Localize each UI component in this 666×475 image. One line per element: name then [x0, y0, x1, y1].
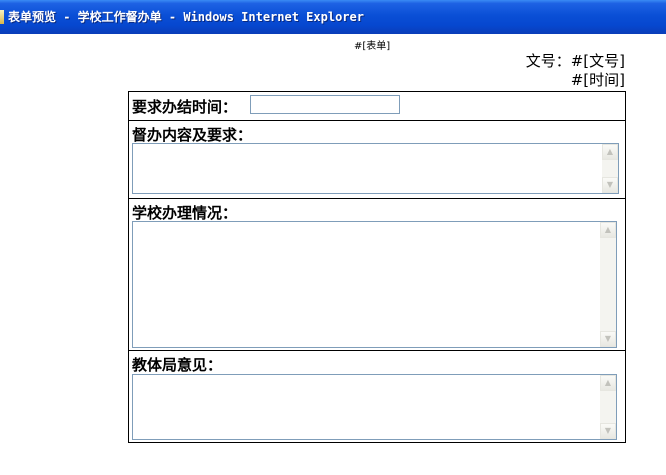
content-scrollbar[interactable]: ▲ ▼: [602, 144, 618, 193]
opinion-label: 教体局意见：: [132, 356, 223, 374]
scroll-up-arrow-icon[interactable]: ▲: [600, 375, 616, 391]
window-titlebar[interactable]: 表单预览 - 学校工作督办单 - Windows Internet Explor…: [0, 0, 666, 34]
handling-label: 学校办理情况：: [132, 204, 238, 222]
scroll-down-arrow-icon[interactable]: ▼: [600, 423, 616, 439]
handling-textarea[interactable]: ▲ ▼: [132, 221, 617, 348]
scroll-up-arrow-icon[interactable]: ▲: [600, 222, 616, 238]
window-title: 表单预览 - 学校工作督办单 - Windows Internet Explor…: [8, 10, 364, 24]
scroll-down-arrow-icon[interactable]: ▼: [602, 177, 618, 193]
document-time: #[时间]: [570, 71, 625, 89]
row-deadline: 要求办结时间：: [129, 92, 625, 121]
row-handling: 学校办理情况： ▲ ▼: [129, 199, 625, 351]
scroll-down-arrow-icon[interactable]: ▼: [600, 331, 616, 347]
content-label: 督办内容及要求：: [132, 126, 253, 144]
deadline-label: 要求办结时间：: [132, 98, 238, 116]
handling-scrollbar[interactable]: ▲ ▼: [600, 222, 616, 347]
opinion-textarea[interactable]: ▲ ▼: [132, 374, 617, 440]
form-tag-placeholder: #[表单]: [354, 41, 391, 52]
row-opinion: 教体局意见： ▲ ▼: [129, 351, 625, 442]
ie-app-icon: [0, 10, 4, 24]
row-content: 督办内容及要求： ▲ ▼: [129, 121, 625, 199]
document-number: 文号：#[文号]: [525, 52, 625, 70]
deadline-input[interactable]: [250, 95, 400, 114]
content-textarea[interactable]: ▲ ▼: [132, 143, 619, 194]
opinion-scrollbar[interactable]: ▲ ▼: [600, 375, 616, 439]
supervision-form-table: 要求办结时间： 督办内容及要求： ▲ ▼ 学校办理情况： ▲ ▼ 教体局意见： …: [128, 91, 626, 443]
scroll-up-arrow-icon[interactable]: ▲: [602, 144, 618, 160]
